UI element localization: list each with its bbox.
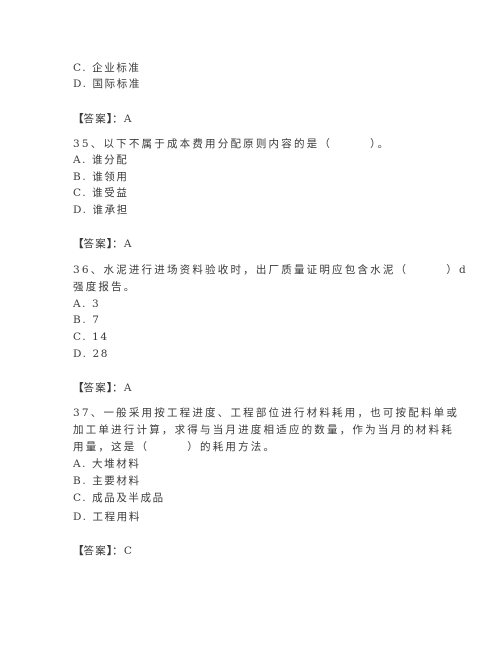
answer-line: 【答案】：A	[73, 112, 133, 126]
answer-word: 答案	[83, 382, 107, 394]
answer-bracket-open: 【	[73, 113, 84, 125]
answer-value: A	[123, 382, 133, 394]
q37-option-c: C. 成品及半成品	[73, 492, 165, 504]
answer-word: 答案	[83, 113, 107, 125]
answer-bracket-open: 【	[73, 545, 84, 557]
answer-word: 答案	[83, 545, 107, 557]
q35-option-a: A. 谁分配	[73, 154, 129, 166]
answer-bracket-open: 【	[73, 382, 84, 394]
answer-value: A	[123, 113, 133, 125]
q37-answer: 【答案】：C	[73, 544, 133, 558]
question-37-text-line-3: 用量，这是（ ）的耗用方法。	[73, 441, 277, 453]
q35-option-d: D. 谁承担	[73, 204, 129, 216]
answer-word: 答案	[83, 238, 107, 250]
q36-option-d: D. 28	[73, 348, 110, 360]
question-36-text-line-1: 36、水泥进行进场资料验收时，出厂质量证明应包含水泥（ ）d	[73, 264, 468, 276]
answer-sep: ：	[112, 238, 124, 250]
answer-bracket-open: 【	[73, 238, 84, 250]
option-c: C. 企业标准	[73, 62, 141, 74]
q36-option-b: B. 7	[73, 314, 101, 326]
q36-answer: 【答案】：A	[73, 381, 133, 395]
answer-sep: ：	[112, 113, 124, 125]
answer-value: A	[123, 238, 133, 250]
answer-sep: ：	[112, 545, 124, 557]
question-35-text: 35、以下不属于成本费用分配原则内容的是（ ）。	[73, 138, 391, 150]
answer-sep: ：	[112, 382, 124, 394]
question-37-text-line-2: 加工单进行计算，求得与当月进度相适应的数量，作为当月的材料耗	[73, 424, 454, 436]
answer-value: C	[123, 545, 134, 557]
q36-option-c: C. 14	[73, 331, 109, 343]
q35-answer: 【答案】：A	[73, 237, 133, 251]
question-37-text-line-1: 37、一般采用按工程进度、工程部位进行材料耗用，也可按配料单或	[73, 407, 460, 419]
q35-option-c: C. 谁受益	[73, 187, 129, 199]
option-d: D. 国际标准	[73, 78, 141, 90]
q35-option-b: B. 谁领用	[73, 171, 129, 183]
q37-option-d: D. 工程用料	[73, 511, 141, 523]
question-36-text-line-2: 强度报告。	[73, 281, 137, 293]
q36-option-a: A. 3	[73, 298, 101, 310]
q37-option-a: A. 大堆材料	[73, 458, 141, 470]
q37-option-b: B. 主要材料	[73, 475, 141, 487]
